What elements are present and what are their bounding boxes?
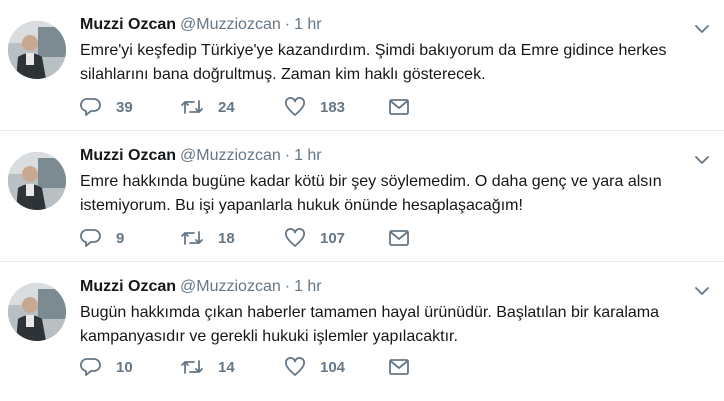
tweet-header: Muzzi Ozcan @Muzziozcan · 1 hr (80, 14, 704, 36)
like-button[interactable]: 107 (284, 228, 388, 248)
avatar[interactable] (8, 21, 66, 79)
like-count: 104 (320, 358, 346, 376)
retweet-button[interactable]: 24 (180, 97, 284, 117)
tweet[interactable]: Muzzi Ozcan @Muzziozcan · 1 hr Emre hakkınd… (0, 131, 724, 262)
author-name[interactable]: Muzzi Ozcan (80, 278, 176, 295)
like-count: 183 (320, 98, 346, 116)
envelope-icon (389, 230, 409, 246)
avatar-photo-icon (8, 21, 66, 79)
separator: · (284, 278, 291, 295)
tweet-header: Muzzi Ozcan @Muzziozcan · 1 hr (80, 276, 704, 298)
reply-count: 10 (116, 358, 133, 376)
reply-button[interactable]: 39 (80, 97, 180, 117)
like-button[interactable]: 104 (284, 357, 388, 377)
heart-icon (285, 357, 305, 376)
tweet-content: Muzzi Ozcan @Muzziozcan · 1 hr Emre hakkınd… (80, 145, 704, 218)
chevron-down-icon[interactable] (694, 284, 710, 296)
envelope-icon (389, 99, 409, 115)
heart-icon (285, 97, 305, 116)
reply-icon (80, 229, 101, 247)
separator: · (284, 147, 291, 164)
like-button[interactable]: 183 (284, 97, 388, 117)
tweet-header: Muzzi Ozcan @Muzziozcan · 1 hr (80, 145, 704, 167)
direct-message-button[interactable] (388, 98, 410, 116)
direct-message-button[interactable] (388, 229, 410, 247)
avatar-photo-icon (8, 283, 66, 341)
author-handle[interactable]: @Muzziozcan (180, 16, 281, 33)
timeline: Muzzi Ozcan @Muzziozcan · 1 hr Emre'yi keşf… (0, 0, 724, 401)
chevron-down-icon[interactable] (694, 22, 710, 34)
separator: · (284, 16, 291, 33)
tweet-actions: 10 14 104 (80, 357, 410, 377)
reply-icon (80, 98, 101, 116)
retweet-count: 14 (218, 358, 235, 376)
reply-count: 9 (116, 229, 125, 247)
reply-icon (80, 358, 101, 376)
heart-icon (285, 228, 305, 247)
envelope-icon (389, 359, 409, 375)
tweet[interactable]: Muzzi Ozcan @Muzziozcan · 1 hr Bugün hakkım… (0, 262, 724, 401)
retweet-count: 18 (218, 229, 235, 247)
chevron-down-icon[interactable] (694, 153, 710, 165)
retweet-count: 24 (218, 98, 235, 116)
avatar-photo-icon (8, 152, 66, 210)
author-handle[interactable]: @Muzziozcan (180, 147, 281, 164)
tweet-content: Muzzi Ozcan @Muzziozcan · 1 hr Bugün hakkım… (80, 276, 704, 349)
tweet-text: Bugün hakkımda çıkan haberler tamamen ha… (80, 304, 659, 345)
retweet-button[interactable]: 18 (180, 228, 284, 248)
retweet-icon (181, 100, 203, 114)
reply-button[interactable]: 10 (80, 357, 180, 377)
reply-count: 39 (116, 98, 133, 116)
retweet-button[interactable]: 14 (180, 357, 284, 377)
tweet-actions: 9 18 107 (80, 228, 410, 248)
tweet-actions: 39 24 183 (80, 97, 410, 117)
avatar[interactable] (8, 152, 66, 210)
tweet-content: Muzzi Ozcan @Muzziozcan · 1 hr Emre'yi keşf… (80, 14, 704, 87)
timestamp[interactable]: 1 hr (294, 278, 322, 295)
direct-message-button[interactable] (388, 358, 410, 376)
author-name[interactable]: Muzzi Ozcan (80, 16, 176, 33)
like-count: 107 (320, 229, 346, 247)
tweet-text: Emre'yi keşfedip Türkiye'ye kazandırdım.… (80, 42, 667, 83)
author-name[interactable]: Muzzi Ozcan (80, 147, 176, 164)
tweet-text: Emre hakkında bugüne kadar kötü bir şey … (80, 173, 662, 214)
retweet-icon (181, 360, 203, 374)
retweet-icon (181, 231, 203, 245)
avatar[interactable] (8, 283, 66, 341)
author-handle[interactable]: @Muzziozcan (180, 278, 281, 295)
tweet[interactable]: Muzzi Ozcan @Muzziozcan · 1 hr Emre'yi keşf… (0, 0, 724, 131)
timestamp[interactable]: 1 hr (294, 16, 322, 33)
timestamp[interactable]: 1 hr (294, 147, 322, 164)
reply-button[interactable]: 9 (80, 228, 180, 248)
